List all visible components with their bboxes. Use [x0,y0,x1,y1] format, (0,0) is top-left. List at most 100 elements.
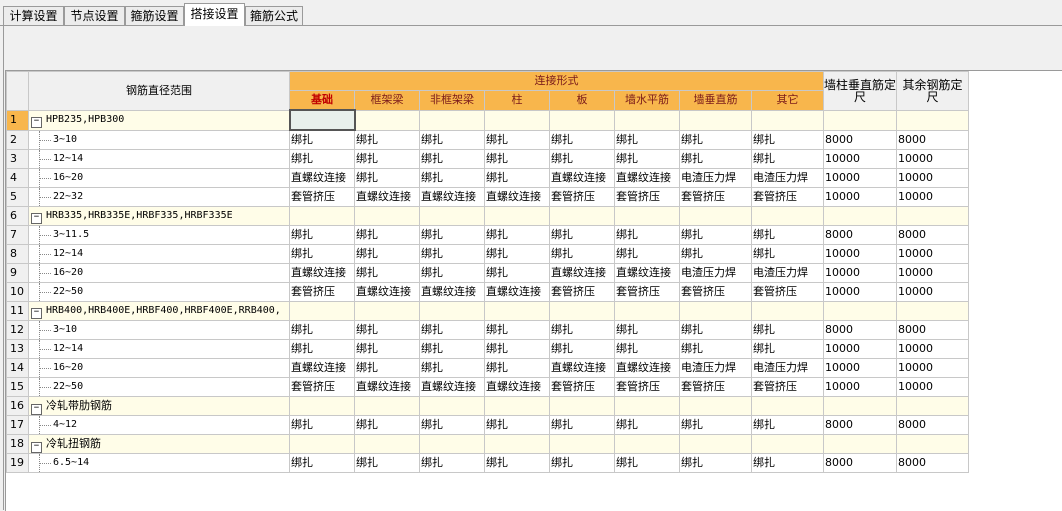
connection-cell[interactable]: 绑扎 [354,168,420,188]
connection-cell[interactable]: 套管挤压 [751,377,824,397]
connection-cell[interactable] [354,301,420,321]
collapse-icon[interactable]: − [31,117,42,128]
range-cell[interactable]: 22~50 [28,282,290,302]
connection-cell[interactable]: 电渣压力焊 [751,168,824,188]
other-length-header[interactable]: 其余钢筋定尺 [896,71,969,111]
length-cell[interactable]: 10000 [823,244,897,264]
group-name-cell[interactable]: − 冷轧扭钢筋 [28,434,290,454]
length-cell[interactable]: 10000 [896,149,969,169]
connection-cell[interactable]: 绑扎 [751,453,824,473]
connection-cell[interactable]: 绑扎 [679,149,752,169]
connection-cell[interactable] [419,396,485,416]
connection-cell[interactable]: 绑扎 [354,129,420,150]
connection-cell[interactable]: 绑扎 [614,225,680,245]
row-number[interactable]: 7 [6,225,29,245]
connection-cell[interactable]: 绑扎 [289,129,355,150]
connection-cell[interactable]: 绑扎 [289,453,355,473]
connection-cell[interactable] [289,396,355,416]
connection-cell[interactable]: 套管挤压 [614,282,680,302]
connection-cell[interactable]: 直螺纹连接 [419,377,485,397]
connection-cell[interactable]: 绑扎 [549,339,615,359]
connection-cell[interactable]: 绑扎 [679,415,752,435]
row-number[interactable]: 1 [6,109,29,131]
connection-cell[interactable] [289,434,355,454]
connection-cell[interactable]: 直螺纹连接 [289,263,355,283]
connection-cell[interactable]: 绑扎 [679,453,752,473]
length-cell[interactable] [823,434,897,454]
length-cell[interactable] [896,206,969,226]
connection-cell[interactable] [751,434,824,454]
connection-cell[interactable]: 套管挤压 [289,282,355,302]
connection-cell[interactable]: 绑扎 [419,129,485,150]
tab-calc-settings[interactable]: 计算设置 [3,6,64,25]
row-number[interactable]: 2 [6,129,29,150]
length-cell[interactable]: 8000 [896,225,969,245]
connection-cell[interactable]: 绑扎 [679,129,752,150]
row-number[interactable]: 11 [6,301,29,321]
range-cell[interactable]: 16~20 [28,263,290,283]
connection-cell[interactable]: 绑扎 [751,339,824,359]
connection-cell[interactable] [289,206,355,226]
range-cell[interactable]: 22~32 [28,187,290,207]
connection-cell[interactable]: 绑扎 [289,149,355,169]
tab-stirrup-settings[interactable]: 箍筋设置 [125,6,184,25]
length-cell[interactable]: 10000 [896,358,969,378]
length-cell[interactable]: 8000 [823,415,897,435]
length-cell[interactable]: 10000 [823,168,897,188]
connection-cell[interactable]: 套管挤压 [549,282,615,302]
length-cell[interactable] [896,396,969,416]
length-cell[interactable]: 10000 [823,377,897,397]
connection-cell[interactable] [679,206,752,226]
length-cell[interactable] [896,434,969,454]
length-cell[interactable]: 10000 [823,339,897,359]
length-cell[interactable]: 10000 [896,187,969,207]
length-cell[interactable] [823,301,897,321]
connection-cell[interactable]: 绑扎 [354,244,420,264]
connection-cell[interactable]: 绑扎 [614,149,680,169]
connection-cell[interactable] [354,434,420,454]
connection-cell[interactable]: 套管挤压 [679,282,752,302]
row-number[interactable]: 10 [6,282,29,302]
connection-cell[interactable]: 直螺纹连接 [289,168,355,188]
connection-cell[interactable] [614,109,680,131]
connection-cell[interactable]: 直螺纹连接 [354,187,420,207]
connection-cell[interactable]: 直螺纹连接 [419,187,485,207]
connection-cell[interactable] [419,206,485,226]
length-cell[interactable]: 10000 [896,244,969,264]
connection-cell[interactable]: 绑扎 [484,358,550,378]
connection-cell[interactable] [751,206,824,226]
subheader-3[interactable]: 柱 [484,90,550,111]
connection-cell[interactable]: 绑扎 [484,453,550,473]
connection-cell[interactable]: 绑扎 [484,339,550,359]
connection-cell[interactable]: 绑扎 [614,320,680,340]
length-cell[interactable]: 8000 [823,453,897,473]
connection-cell[interactable]: 绑扎 [679,339,752,359]
row-number[interactable]: 14 [6,358,29,378]
connection-cell[interactable]: 绑扎 [484,320,550,340]
connection-cell[interactable]: 套管挤压 [679,377,752,397]
connection-cell[interactable]: 绑扎 [679,320,752,340]
range-cell[interactable]: 22~50 [28,377,290,397]
collapse-icon[interactable]: − [31,442,42,453]
connection-cell[interactable]: 绑扎 [419,453,485,473]
length-cell[interactable]: 10000 [823,187,897,207]
length-cell[interactable]: 8000 [896,453,969,473]
connection-cell[interactable]: 直螺纹连接 [484,377,550,397]
connection-cell[interactable]: 绑扎 [484,149,550,169]
length-cell[interactable]: 10000 [896,377,969,397]
length-cell[interactable]: 10000 [896,168,969,188]
connection-cell[interactable] [614,396,680,416]
range-cell[interactable]: 16~20 [28,168,290,188]
connection-cell[interactable] [484,434,550,454]
range-cell[interactable]: 3~10 [28,129,290,150]
range-cell[interactable]: 12~14 [28,339,290,359]
connection-cell[interactable]: 绑扎 [751,149,824,169]
subheader-5[interactable]: 墙水平筋 [614,90,680,111]
connection-cell[interactable] [419,109,485,131]
connection-cell[interactable] [288,109,356,131]
connection-cell[interactable]: 绑扎 [419,263,485,283]
length-cell[interactable]: 10000 [823,263,897,283]
connection-cell[interactable]: 绑扎 [419,149,485,169]
connection-cell[interactable] [549,109,615,131]
connection-cell[interactable]: 套管挤压 [614,187,680,207]
